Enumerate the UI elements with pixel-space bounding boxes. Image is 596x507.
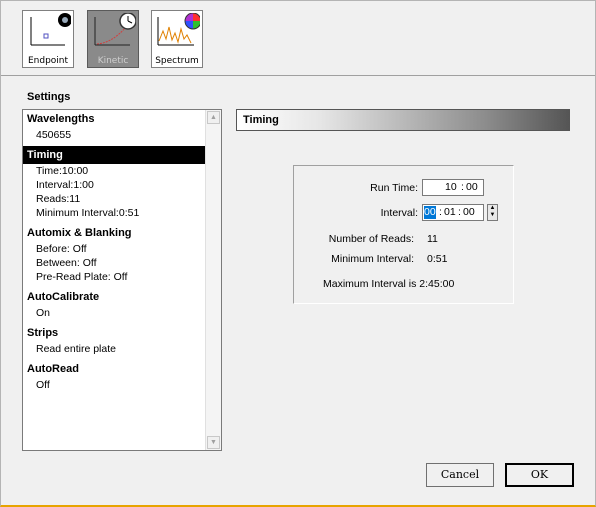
run-time-minutes[interactable]: 10 [445,180,457,195]
run-time-label: Run Time: [370,182,418,194]
spectrum-mode-button[interactable]: Spectrum [151,10,203,68]
min-interval-label: Minimum Interval: [331,253,414,265]
reads-value: 11 [427,233,438,245]
interval-label: Interval: [380,207,418,219]
settings-scrollbar[interactable]: ▲ ▼ [205,110,221,450]
automix-preread: Pre-Read Plate: Off [36,271,128,283]
interval-spinner[interactable]: ▲ ▼ [487,204,498,221]
scroll-up-icon[interactable]: ▲ [207,111,220,124]
autoread-value: Off [36,379,50,391]
min-interval-value: 0:51 [427,253,448,265]
interval-seconds[interactable]: 00 [463,205,475,220]
section-autoread[interactable]: AutoRead [23,360,207,378]
endpoint-mode-button[interactable]: Endpoint [22,10,74,68]
strips-value: Read entire plate [36,343,116,355]
section-strips[interactable]: Strips [23,324,207,342]
timing-interval: Interval:1:00 [36,179,94,191]
spin-up-icon[interactable]: ▲ [488,205,497,212]
spectrum-mode-label: Spectrum [155,56,199,66]
kinetic-mode-label: Kinetic [97,56,129,66]
kinetic-mode-button[interactable]: Kinetic [87,10,139,68]
settings-title: Settings [27,91,71,103]
interval-field[interactable]: 00 : 01 : 00 [422,204,484,221]
panel-title: Timing [243,114,279,126]
run-time-separator: : [461,181,464,193]
wavelengths-value: 450655 [36,129,72,141]
section-wavelengths[interactable]: Wavelengths [23,110,207,128]
section-automix-blanking[interactable]: Automix & Blanking [23,224,207,242]
autocalibrate-value: On [36,307,51,319]
cancel-button[interactable]: Cancel [426,463,494,487]
run-time-field[interactable]: 10 : 00 [422,179,484,196]
endpoint-mode-label: Endpoint [27,56,69,66]
dialog-window: Endpoint Kinetic Spectrum Settings Wavel… [0,0,596,507]
kinetic-icon [94,13,136,46]
timing-min-interval: Minimum Interval:0:51 [36,207,140,219]
interval-separator-1: : [439,206,442,218]
run-time-seconds[interactable]: 00 [466,180,478,195]
timing-time: Time:10:00 [36,165,89,177]
max-interval-text: Maximum Interval is 2:45:00 [323,278,455,290]
interval-minutes[interactable]: 01 [444,205,456,220]
settings-list[interactable]: Wavelengths 450655 Timing Time:10:00 Int… [22,109,222,451]
endpoint-icon [30,13,71,46]
automix-before: Before: Off [36,243,87,255]
automix-between: Between: Off [36,257,97,269]
reads-label: Number of Reads: [328,233,414,245]
section-timing[interactable]: Timing [23,146,207,164]
interval-hours[interactable]: 00 [424,206,436,219]
spectrum-icon [157,13,200,46]
spin-down-icon[interactable]: ▼ [488,212,497,219]
timing-panel-header: Timing [236,109,570,131]
ok-button[interactable]: OK [505,463,574,487]
timing-reads: Reads:11 [36,193,81,205]
scroll-down-icon[interactable]: ▼ [207,436,220,449]
section-autocalibrate[interactable]: AutoCalibrate [23,288,207,306]
mode-toolbar: Endpoint Kinetic Spectrum [1,1,595,76]
interval-separator-2: : [458,206,461,218]
timing-settings-group: Run Time: 10 : 00 Interval: 00 : 01 : 00… [293,165,514,304]
